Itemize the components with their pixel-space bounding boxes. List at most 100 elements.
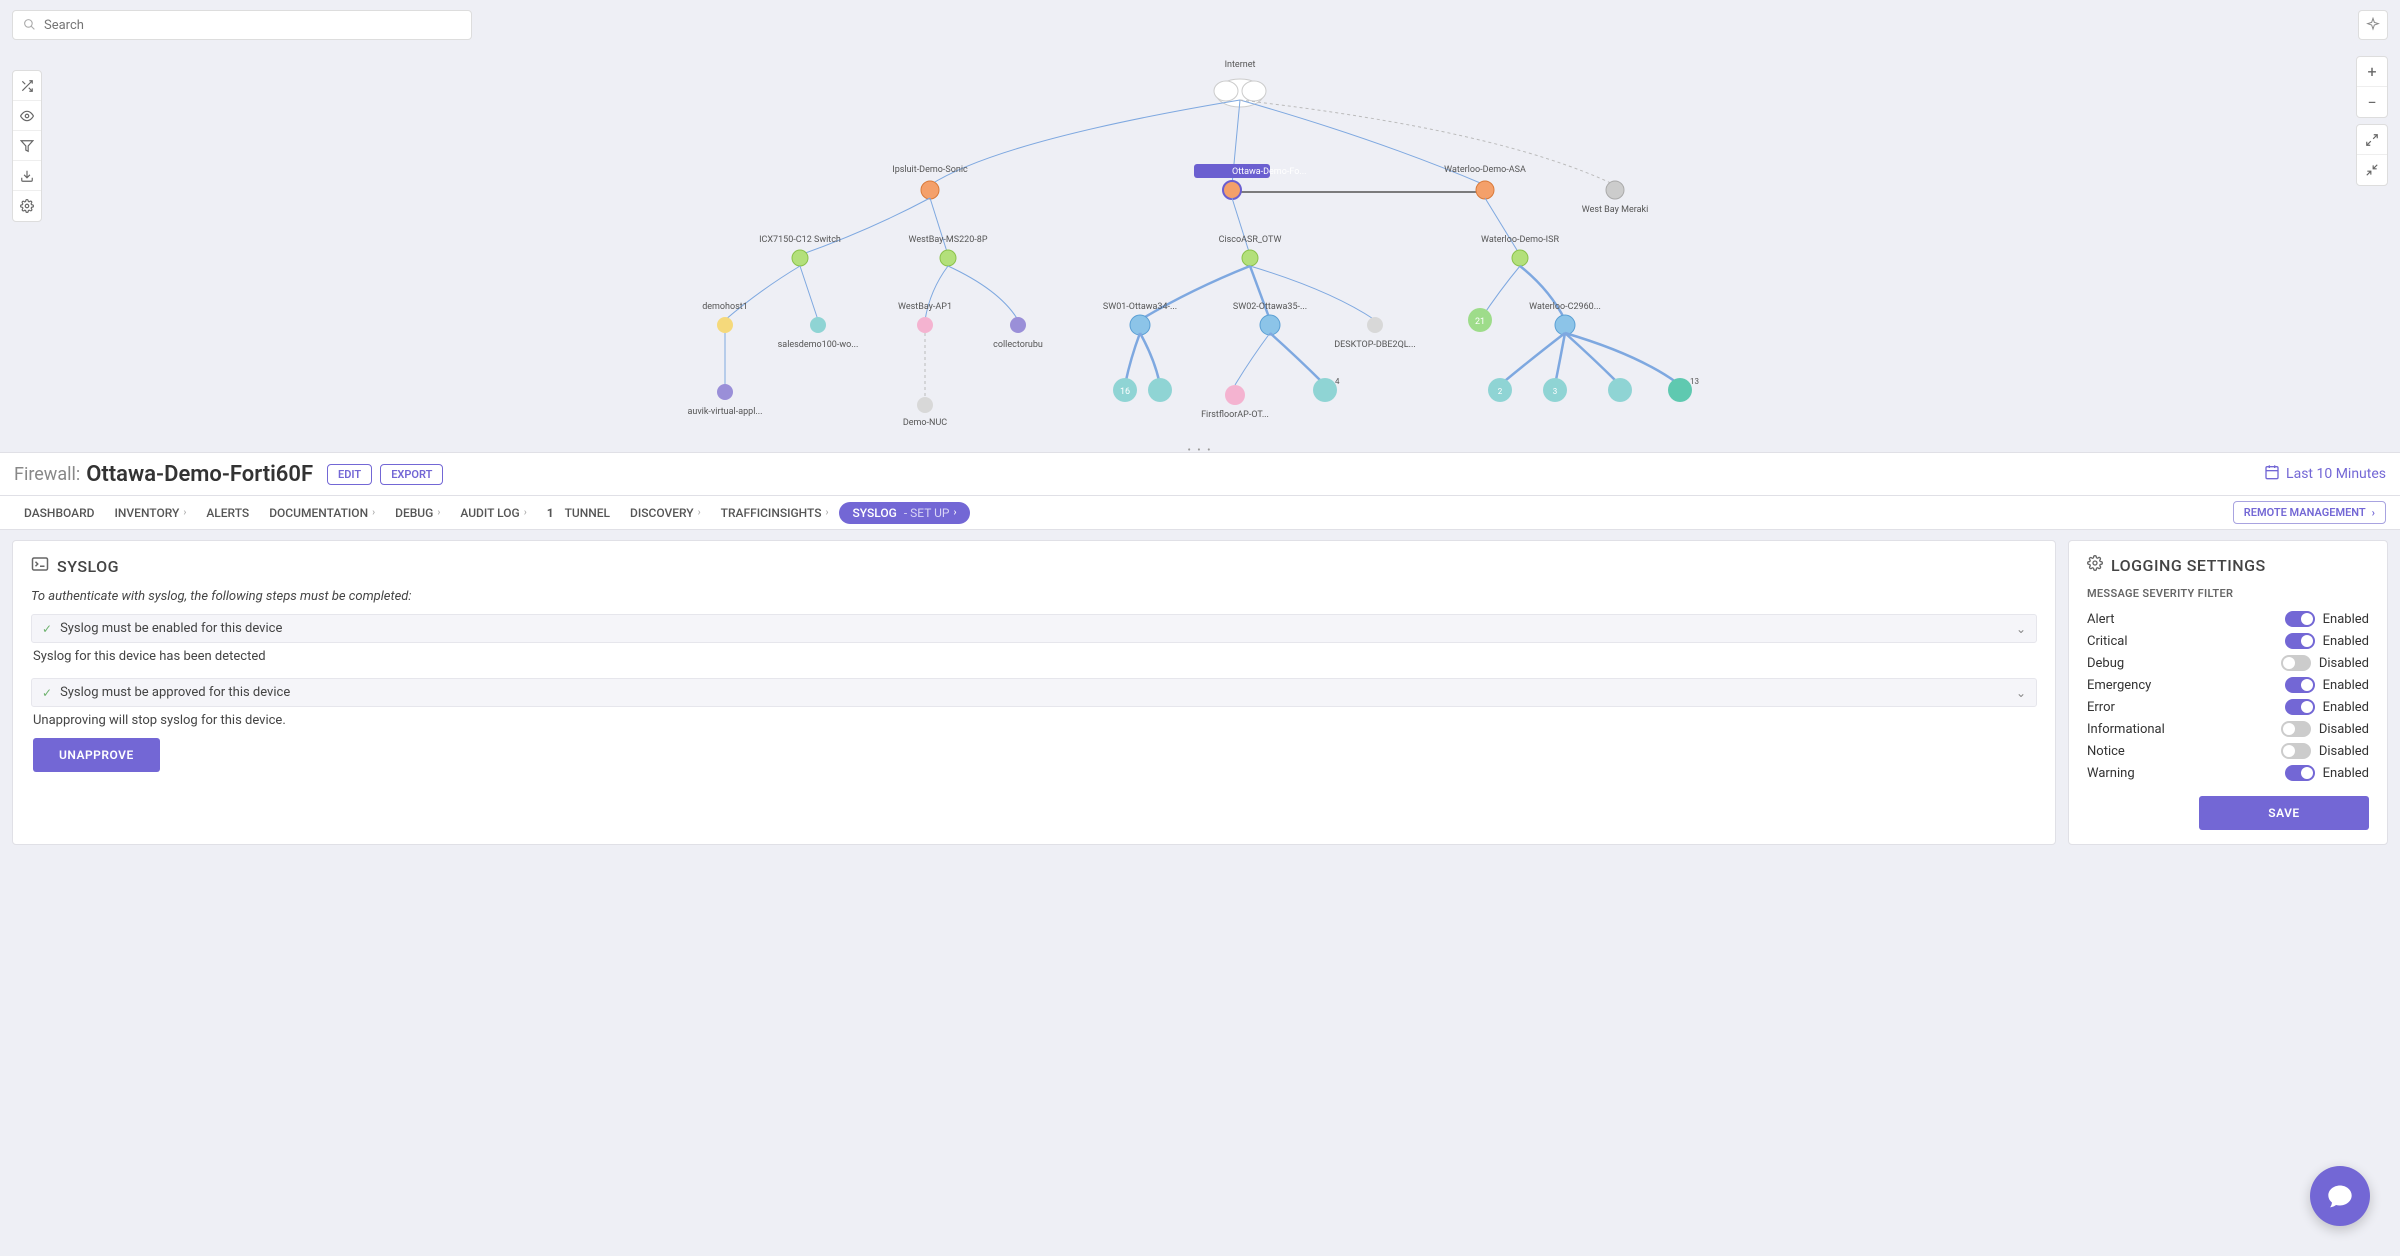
eye-icon[interactable] [13, 101, 41, 131]
severity-toggle[interactable] [2285, 633, 2315, 649]
save-button[interactable]: SAVE [2199, 796, 2369, 830]
tab-debug[interactable]: DEBUG› [385, 496, 450, 529]
device-name: Ottawa-Demo-Forti60F [86, 462, 313, 487]
severity-name: Alert [2087, 612, 2115, 627]
logging-settings-panel: LOGGING SETTINGS MESSAGE SEVERITY FILTER… [2068, 540, 2388, 845]
severity-row-debug: Debug Disabled [2087, 652, 2369, 674]
tab-dashboard[interactable]: DASHBOARD [14, 496, 105, 529]
svg-text:demohost1: demohost1 [702, 302, 748, 312]
svg-text:WestBay-AP1: WestBay-AP1 [898, 302, 952, 312]
tab-auditlog[interactable]: AUDIT LOG› [450, 496, 536, 529]
remote-management-button[interactable]: REMOTE MANAGEMENT› [2233, 501, 2386, 524]
svg-text:3: 3 [1553, 387, 1558, 396]
topology-canvas[interactable]: Internet Ipsluit-Demo-Sonic Ottawa-Demo-… [0, 0, 2400, 445]
device-tabs: DASHBOARD INVENTORY› ALERTS DOCUMENTATIO… [0, 496, 2400, 530]
severity-state: Disabled [2319, 656, 2369, 671]
syslog-step2-body: Unapproving will stop syslog for this de… [31, 707, 2037, 786]
svg-text:Ottawa-Demo-Fo...: Ottawa-Demo-Fo... [1232, 167, 1306, 177]
chevron-right-icon: › [953, 507, 956, 518]
time-range-label: Last 10 Minutes [2286, 466, 2386, 482]
severity-toggle[interactable] [2285, 765, 2315, 781]
severity-toggle[interactable] [2281, 721, 2311, 737]
severity-toggle[interactable] [2285, 677, 2315, 693]
syslog-step2-header[interactable]: ✓ Syslog must be approved for this devic… [31, 678, 2037, 707]
chevron-right-icon: › [524, 507, 527, 518]
chevron-right-icon: › [372, 507, 375, 518]
severity-state: Disabled [2319, 722, 2369, 737]
time-range-selector[interactable]: Last 10 Minutes [2264, 464, 2386, 484]
severity-name: Emergency [2087, 678, 2151, 693]
tab-tunnel[interactable]: 1 TUNNEL [537, 496, 620, 529]
map-right-controls: + − [2356, 56, 2388, 186]
severity-state: Enabled [2323, 612, 2369, 627]
tab-syslog[interactable]: SYSLOG- SET UP› [839, 502, 971, 524]
syslog-step1-header[interactable]: ✓ Syslog must be enabled for this device… [31, 614, 2037, 643]
severity-toggle[interactable] [2285, 611, 2315, 627]
syslog-step1-body: Syslog for this device has been detected [31, 643, 2037, 678]
gear-icon [2087, 555, 2103, 575]
severity-name: Informational [2087, 722, 2165, 737]
collapse-icon[interactable] [2357, 155, 2387, 185]
edit-button[interactable]: EDIT [327, 464, 372, 485]
severity-name: Critical [2087, 634, 2127, 649]
severity-name: Error [2087, 700, 2115, 715]
svg-text:Waterloo-Demo-ISR: Waterloo-Demo-ISR [1481, 235, 1559, 245]
syslog-step1-title: Syslog must be enabled for this device [60, 621, 282, 636]
node-internet: Internet [1225, 60, 1256, 70]
svg-text:Demo-NUC: Demo-NUC [903, 418, 947, 428]
chat-fab[interactable] [2310, 1166, 2370, 1226]
tab-discovery[interactable]: DISCOVERY› [620, 496, 711, 529]
export-button[interactable]: EXPORT [380, 464, 443, 485]
chevron-right-icon: › [698, 507, 701, 518]
severity-row-informational: Informational Disabled [2087, 718, 2369, 740]
search-box[interactable] [12, 10, 472, 40]
svg-text:Ipsluit-Demo-Sonic: Ipsluit-Demo-Sonic [892, 165, 968, 175]
search-input[interactable] [44, 18, 461, 33]
syslog-step2-title: Syslog must be approved for this device [60, 685, 290, 700]
svg-text:FirstfloorAP-OT...: FirstfloorAP-OT... [1201, 410, 1269, 420]
calendar-icon [2264, 464, 2280, 484]
terminal-icon [31, 555, 49, 577]
svg-text:13: 13 [1690, 377, 1699, 386]
tab-inventory[interactable]: INVENTORY› [105, 496, 197, 529]
check-icon: ✓ [42, 622, 52, 636]
tab-alerts[interactable]: ALERTS [196, 496, 259, 529]
severity-row-emergency: Emergency Enabled [2087, 674, 2369, 696]
svg-text:16: 16 [1120, 387, 1130, 397]
severity-name: Warning [2087, 766, 2135, 781]
severity-row-warning: Warning Enabled [2087, 762, 2369, 784]
chevron-right-icon: › [826, 507, 829, 518]
svg-text:4: 4 [1335, 377, 1340, 386]
expand-icon[interactable] [2357, 125, 2387, 155]
svg-text:WestBay-MS220-8P: WestBay-MS220-8P [909, 235, 988, 245]
gear-icon[interactable] [13, 191, 41, 221]
severity-toggle[interactable] [2281, 655, 2311, 671]
severity-row-notice: Notice Disabled [2087, 740, 2369, 762]
zoom-out-button[interactable]: − [2357, 87, 2387, 117]
severity-state: Enabled [2323, 678, 2369, 693]
severity-state: Enabled [2323, 634, 2369, 649]
unapprove-button[interactable]: UNAPPROVE [33, 738, 160, 772]
severity-toggle[interactable] [2281, 743, 2311, 759]
severity-state: Disabled [2319, 744, 2369, 759]
filter-icon[interactable] [13, 131, 41, 161]
syslog-auth-note: To authenticate with syslog, the followi… [31, 589, 2037, 604]
device-header: Firewall: Ottawa-Demo-Forti60F EDIT EXPO… [0, 452, 2400, 496]
download-icon[interactable] [13, 161, 41, 191]
shuffle-icon[interactable] [13, 71, 41, 101]
severity-name: Notice [2087, 744, 2125, 759]
svg-text:DESKTOP-DBE2QL...: DESKTOP-DBE2QL... [1334, 340, 1415, 350]
severity-toggle[interactable] [2285, 699, 2315, 715]
chevron-down-icon: ⌄ [2016, 686, 2026, 700]
zoom-in-button[interactable]: + [2357, 57, 2387, 87]
svg-text:auvik-virtual-appl...: auvik-virtual-appl... [687, 407, 762, 417]
svg-text:SW01-Ottawa34-...: SW01-Ottawa34-... [1103, 302, 1177, 312]
severity-row-error: Error Enabled [2087, 696, 2369, 718]
syslog-title: SYSLOG [57, 557, 119, 576]
ai-sparkle-button[interactable] [2358, 10, 2388, 40]
tab-documentation[interactable]: DOCUMENTATION› [259, 496, 385, 529]
tab-trafficinsights[interactable]: TRAFFICINSIGHTS› [711, 496, 839, 529]
svg-text:ICX7150-C12 Switch: ICX7150-C12 Switch [759, 235, 841, 245]
severity-row-alert: Alert Enabled [2087, 608, 2369, 630]
severity-filter-heading: MESSAGE SEVERITY FILTER [2087, 587, 2369, 600]
